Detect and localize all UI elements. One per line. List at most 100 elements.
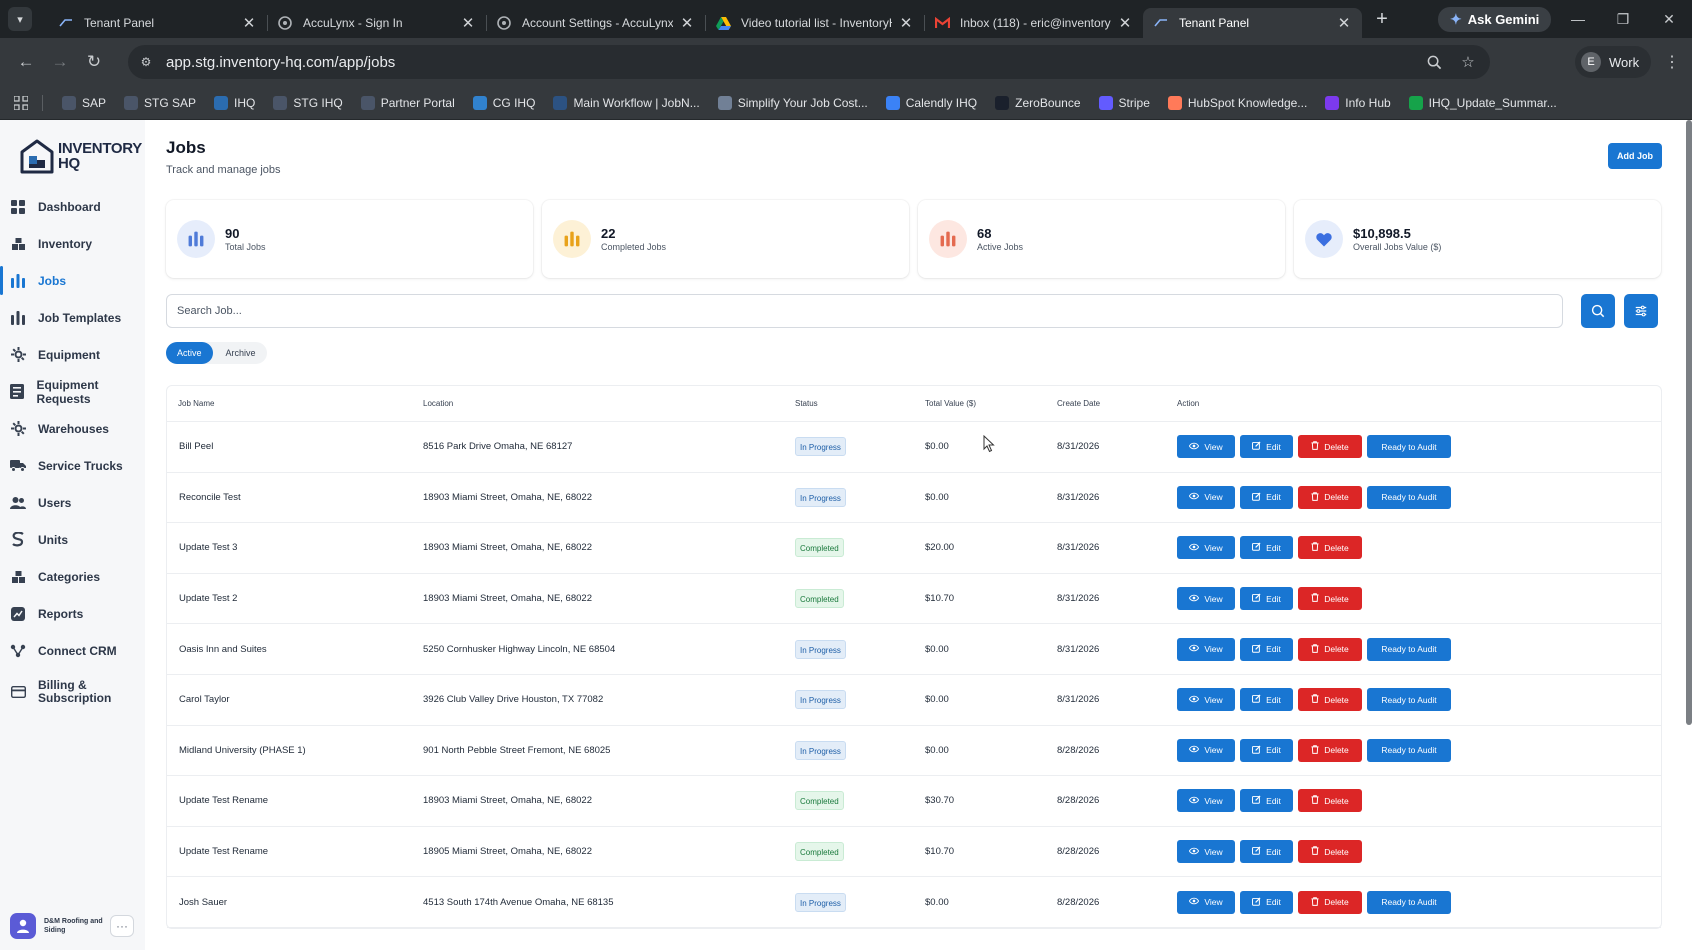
delete-button[interactable]: Delete [1298, 637, 1362, 661]
tab-close-icon[interactable]: ✕ [1117, 15, 1133, 32]
view-button[interactable]: View [1177, 738, 1235, 762]
bookmark-item[interactable]: HubSpot Knowledge... [1159, 89, 1316, 117]
sidebar-item-units[interactable]: Units [0, 521, 145, 558]
sidebar-item-inventory[interactable]: Inventory [0, 225, 145, 262]
site-info-icon[interactable]: ⚙ [134, 50, 158, 74]
bookmark-item[interactable]: ZeroBounce [986, 89, 1089, 117]
column-header-total-value[interactable]: Total Value ($) [925, 399, 1057, 408]
bookmark-item[interactable]: Calendly IHQ [877, 89, 986, 117]
browser-tab[interactable]: Tenant Panel ✕ [48, 8, 267, 38]
url-text[interactable]: app.stg.inventory-hq.com/app/jobs [166, 54, 395, 71]
ask-gemini-button[interactable]: ✦ Ask Gemini [1438, 7, 1552, 32]
zoom-icon[interactable] [1422, 50, 1446, 74]
sidebar-item-billing-subscription[interactable]: Billing & Subscription [0, 669, 145, 715]
edit-button[interactable]: Edit [1240, 738, 1293, 762]
tab-close-icon[interactable]: ✕ [898, 15, 914, 32]
search-job-input[interactable] [166, 294, 1563, 328]
column-header-create-date[interactable]: Create Date [1057, 399, 1177, 408]
add-job-button[interactable]: Add Job [1608, 143, 1662, 169]
bookmark-item[interactable]: Partner Portal [352, 89, 464, 117]
sidebar-item-equipment-requests[interactable]: Equipment Requests [0, 373, 145, 410]
profile-button[interactable]: E Work [1575, 46, 1652, 78]
delete-button[interactable]: Delete [1298, 587, 1362, 611]
view-button[interactable]: View [1177, 688, 1235, 712]
edit-button[interactable]: Edit [1240, 890, 1293, 914]
edit-button[interactable]: Edit [1240, 688, 1293, 712]
edit-button[interactable]: Edit [1240, 536, 1293, 560]
bookmark-item[interactable]: Info Hub [1316, 89, 1399, 117]
view-button[interactable]: View [1177, 536, 1235, 560]
more-options-icon[interactable]: ··· [110, 915, 134, 937]
sidebar-item-categories[interactable]: Categories [0, 558, 145, 595]
browser-tab[interactable]: Account Settings - AccuLynx ✕ [486, 8, 705, 38]
delete-button[interactable]: Delete [1298, 485, 1362, 509]
column-header-location[interactable]: Location [423, 399, 795, 408]
view-button[interactable]: View [1177, 485, 1235, 509]
ready-to-audit-button[interactable]: Ready to Audit [1367, 485, 1451, 509]
ready-to-audit-button[interactable]: Ready to Audit [1367, 890, 1451, 914]
view-button[interactable]: View [1177, 587, 1235, 611]
inventory-hq-logo[interactable]: INVENTORY HQ [20, 138, 142, 174]
bookmark-item[interactable]: Simplify Your Job Cost... [709, 89, 877, 117]
tab-close-icon[interactable]: ✕ [460, 15, 476, 32]
browser-tab[interactable]: Inbox (118) - eric@inventory-h ✕ [924, 8, 1143, 38]
bookmark-item[interactable]: CG IHQ [464, 89, 545, 117]
close-window-icon[interactable]: ✕ [1646, 0, 1692, 38]
view-button[interactable]: View [1177, 637, 1235, 661]
tab-close-icon[interactable]: ✕ [679, 15, 695, 32]
edit-button[interactable]: Edit [1240, 840, 1293, 864]
sidebar-item-reports[interactable]: Reports [0, 595, 145, 632]
delete-button[interactable]: Delete [1298, 789, 1362, 813]
sidebar-item-jobs[interactable]: Jobs [0, 262, 145, 299]
edit-button[interactable]: Edit [1240, 485, 1293, 509]
bookmark-item[interactable]: STG IHQ [264, 89, 351, 117]
bookmark-item[interactable]: STG SAP [115, 89, 205, 117]
column-header-status[interactable]: Status [795, 399, 925, 408]
ready-to-audit-button[interactable]: Ready to Audit [1367, 435, 1451, 459]
view-button[interactable]: View [1177, 840, 1235, 864]
view-button[interactable]: View [1177, 435, 1235, 459]
sidebar-item-connect-crm[interactable]: Connect CRM [0, 632, 145, 669]
ready-to-audit-button[interactable]: Ready to Audit [1367, 738, 1451, 762]
tab-close-icon[interactable]: ✕ [1336, 15, 1352, 32]
sidebar-item-dashboard[interactable]: Dashboard [0, 188, 145, 225]
ready-to-audit-button[interactable]: Ready to Audit [1367, 637, 1451, 661]
forward-arrow-icon[interactable]: → [44, 46, 76, 78]
tab-search-chevron-icon[interactable]: ▾ [8, 7, 32, 31]
delete-button[interactable]: Delete [1298, 688, 1362, 712]
reload-icon[interactable]: ↻ [78, 46, 110, 78]
browser-tab[interactable]: AccuLynx - Sign In ✕ [267, 8, 486, 38]
archive-filter-tab[interactable]: Archive [215, 342, 267, 364]
filter-button[interactable] [1624, 294, 1658, 328]
ready-to-audit-button[interactable]: Ready to Audit [1367, 688, 1451, 712]
browser-tab[interactable]: Video tutorial list - InventoryH ✕ [705, 8, 924, 38]
bookmark-item[interactable]: Stripe [1090, 89, 1159, 117]
view-button[interactable]: View [1177, 789, 1235, 813]
column-header-job-name[interactable]: Job Name [167, 399, 423, 408]
bookmark-item[interactable]: SAP [53, 89, 115, 117]
delete-button[interactable]: Delete [1298, 435, 1362, 459]
sidebar-item-warehouses[interactable]: Warehouses [0, 410, 145, 447]
new-tab-button[interactable]: + [1368, 5, 1396, 33]
sidebar-item-job-templates[interactable]: Job Templates [0, 299, 145, 336]
browser-menu-icon[interactable]: ⋮ [1658, 48, 1686, 76]
page-scrollbar[interactable] [1686, 120, 1692, 725]
bookmark-item[interactable]: IHQ [205, 89, 264, 117]
bookmark-item[interactable]: IHQ_Update_Summar... [1400, 89, 1566, 117]
minimize-icon[interactable]: — [1555, 0, 1601, 38]
sidebar-item-service-trucks[interactable]: Service Trucks [0, 447, 145, 484]
edit-button[interactable]: Edit [1240, 789, 1293, 813]
delete-button[interactable]: Delete [1298, 890, 1362, 914]
organization-switcher[interactable]: D&M Roofing and Siding ··· [10, 913, 134, 939]
bookmark-star-icon[interactable]: ☆ [1456, 50, 1480, 74]
bookmark-item[interactable]: Main Workflow | JobN... [544, 89, 708, 117]
edit-button[interactable]: Edit [1240, 637, 1293, 661]
tab-close-icon[interactable]: ✕ [241, 15, 257, 32]
edit-button[interactable]: Edit [1240, 435, 1293, 459]
address-bar[interactable]: ⚙ app.stg.inventory-hq.com/app/jobs ☆ [128, 45, 1490, 79]
edit-button[interactable]: Edit [1240, 587, 1293, 611]
sidebar-item-equipment[interactable]: Equipment [0, 336, 145, 373]
view-button[interactable]: View [1177, 890, 1235, 914]
delete-button[interactable]: Delete [1298, 738, 1362, 762]
back-arrow-icon[interactable]: ← [10, 46, 42, 78]
